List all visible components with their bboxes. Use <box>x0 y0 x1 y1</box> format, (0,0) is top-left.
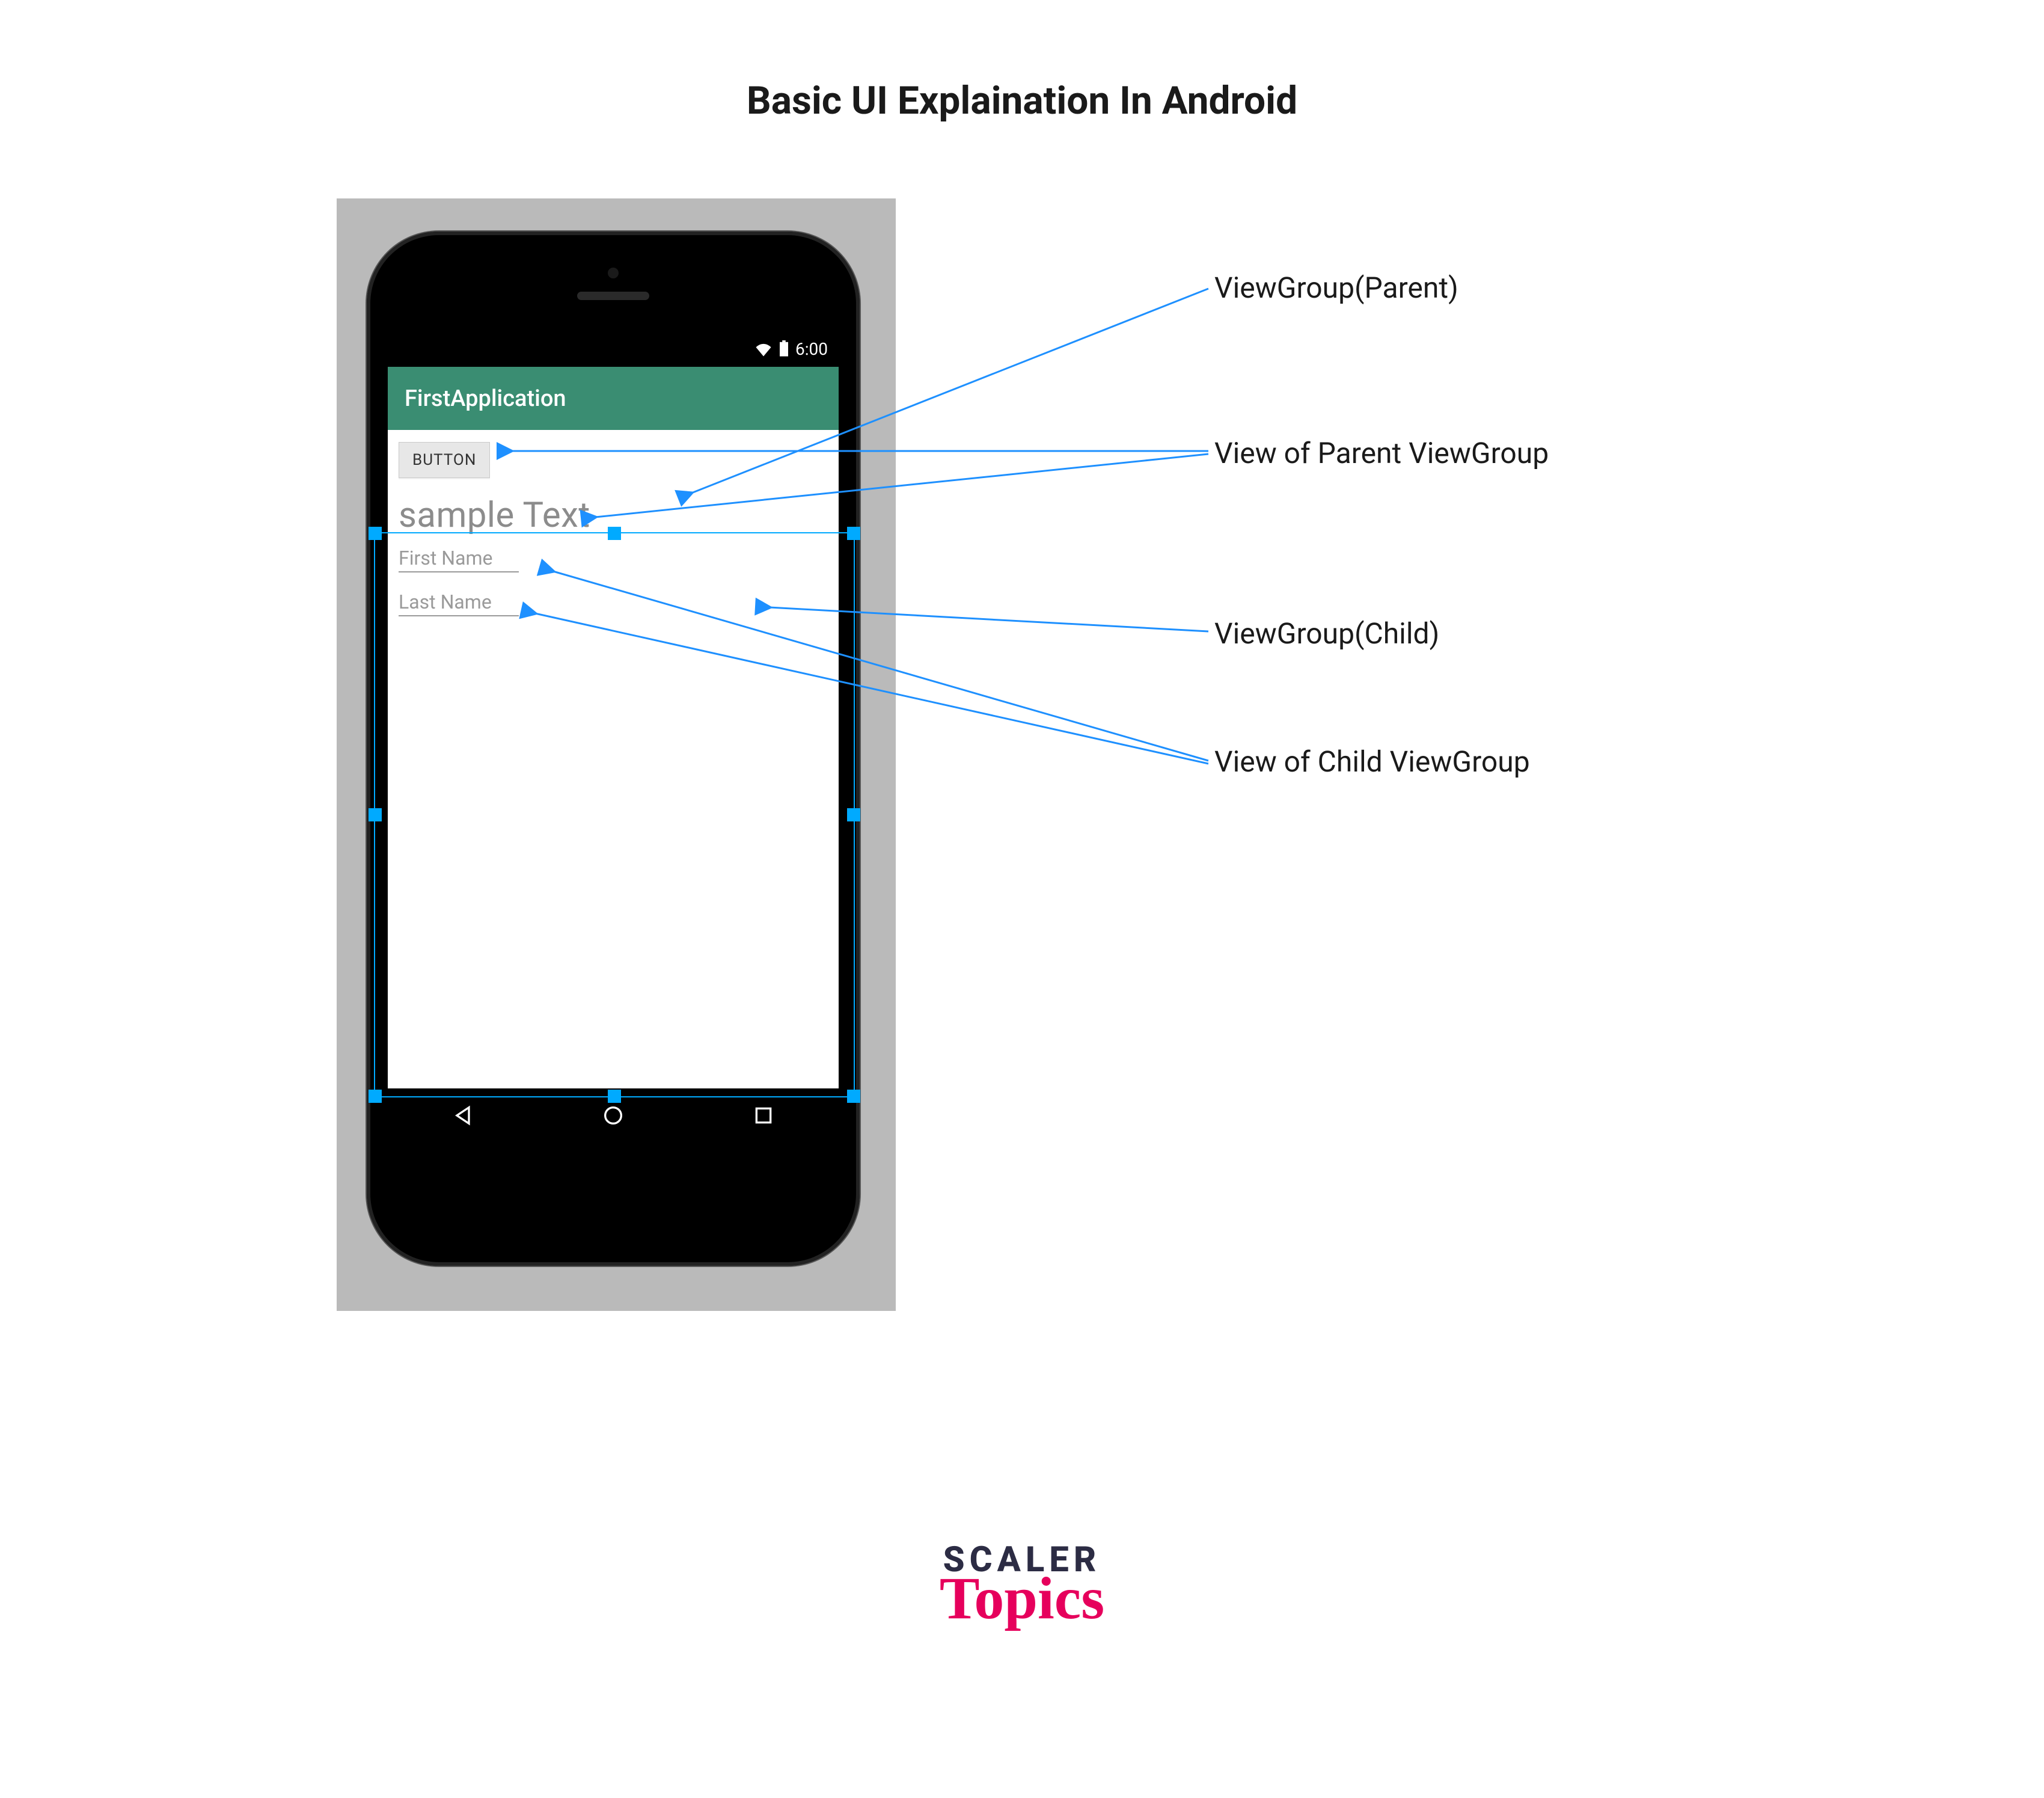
diagram-area: 6:00 FirstApplication BUTTON sample Text… <box>337 198 1779 1461</box>
brand-logo: SCALER Topics <box>0 1539 2044 1633</box>
page-title: Basic UI Explaination In Android <box>0 78 2044 123</box>
navigation-bar <box>388 1088 839 1143</box>
status-bar: 6:00 <box>388 331 839 367</box>
label-parent-view: View of Parent ViewGroup <box>1214 436 1549 470</box>
recents-icon[interactable] <box>751 1103 776 1128</box>
label-parent-viewgroup: ViewGroup(Parent) <box>1214 271 1458 305</box>
label-child-viewgroup: ViewGroup(Child) <box>1214 616 1439 651</box>
app-content: BUTTON sample Text First Name Last Name <box>388 430 839 628</box>
sample-text-view: sample Text <box>399 495 828 536</box>
back-icon[interactable] <box>451 1103 475 1128</box>
label-child-view: View of Child ViewGroup <box>1214 744 1530 779</box>
status-time: 6:00 <box>795 339 828 359</box>
battery-icon <box>779 340 789 357</box>
app-bar-title: FirstApplication <box>405 385 566 412</box>
first-name-input[interactable]: First Name <box>399 547 519 572</box>
app-bar: FirstApplication <box>388 367 839 430</box>
button-view[interactable]: BUTTON <box>399 442 490 478</box>
phone-body: 6:00 FirstApplication BUTTON sample Text… <box>367 232 860 1266</box>
phone-speaker-icon <box>577 292 649 300</box>
home-icon[interactable] <box>601 1103 625 1128</box>
phone-screen: 6:00 FirstApplication BUTTON sample Text… <box>388 331 839 1143</box>
wifi-icon <box>754 341 773 357</box>
brand-logo-bottom: Topics <box>0 1563 2044 1633</box>
phone-camera-icon <box>608 268 619 278</box>
phone-backdrop: 6:00 FirstApplication BUTTON sample Text… <box>337 198 896 1311</box>
last-name-input[interactable]: Last Name <box>399 591 519 616</box>
